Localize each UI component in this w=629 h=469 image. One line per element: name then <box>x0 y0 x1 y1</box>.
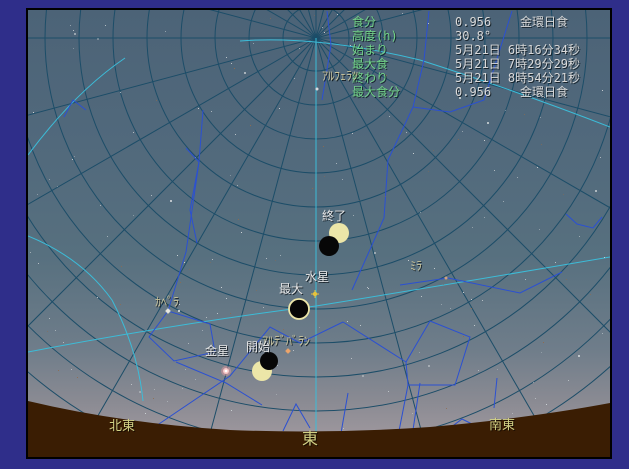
label-eclipse-max: 最大 <box>279 282 304 296</box>
mercury-dot <box>312 291 318 297</box>
info-label: 食分 <box>352 15 377 29</box>
info-value: 0.956 金環日食 <box>455 15 569 29</box>
info-value: 30.8° <box>455 29 492 43</box>
info-value: 0.956 金環日食 <box>455 85 569 99</box>
info-value: 5月21日 6時16分34秒 <box>455 43 581 57</box>
label-eclipse-end: 終了 <box>322 209 347 223</box>
eclipse-end-moon <box>319 236 339 256</box>
label-direction-southeast: 南東 <box>489 418 516 433</box>
eclipse-max-annular-ring <box>288 298 310 320</box>
label-planet-mercury: 水星 <box>305 270 330 284</box>
label-direction-northeast: 北東 <box>109 419 136 434</box>
star-mira <box>444 276 448 280</box>
info-label: 高度(h) <box>352 29 398 43</box>
eclipse-start-moon <box>260 352 278 370</box>
star-aldebaran <box>286 349 290 353</box>
label-eclipse-start: 開始 <box>246 340 271 354</box>
venus-dot <box>224 369 228 373</box>
label-star-mira: ﾐﾗ <box>410 259 423 273</box>
star-capella <box>166 309 170 313</box>
info-label: 最大食分 <box>352 85 401 99</box>
label-star-alpheratz: ｱﾙﾌｪﾗﾂ <box>322 69 359 83</box>
label-direction-east: 東 <box>302 429 319 448</box>
info-value: 5月21日 8時54分21秒 <box>455 71 581 85</box>
info-label: 始まり <box>352 43 389 57</box>
star-alpheratz <box>315 87 319 91</box>
info-value: 5月21日 7時29分29秒 <box>455 57 581 71</box>
label-planet-venus: 金星 <box>205 344 230 358</box>
label-star-capella: ｶﾍﾟﾗ <box>155 295 180 309</box>
planetarium-window: 食分 0.956 金環日食 高度(h) 30.8° 始まり 5月21日 6時16… <box>0 0 629 469</box>
sky-view[interactable]: 食分 0.956 金環日食 高度(h) 30.8° 始まり 5月21日 6時16… <box>26 8 612 459</box>
